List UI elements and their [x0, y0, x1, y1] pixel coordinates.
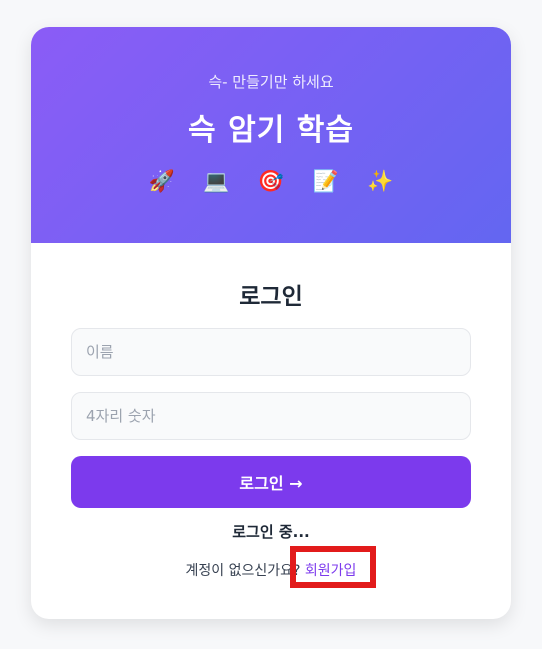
login-button[interactable]: 로그인 →: [71, 456, 471, 508]
login-status: 로그인 중...: [232, 523, 310, 541]
login-heading: 로그인: [239, 284, 303, 310]
signup-row: 계정이 없으신가요? 회원가입: [31, 560, 511, 580]
hero-banner: 슥- 만들기만 하세요 슥 암기 학습 🚀 💻 🎯 📝 ✨: [31, 27, 511, 243]
notepad-icon: 📝: [312, 169, 339, 193]
target-icon: 🎯: [257, 169, 285, 193]
pin-input[interactable]: [71, 392, 471, 440]
rocket-icon: 🚀: [148, 169, 175, 193]
signup-prompt: 계정이 없으신가요?: [185, 563, 305, 579]
hero-icons: 🚀 💻 🎯 📝 ✨: [31, 167, 511, 195]
app-title: 슥 암기 학습: [188, 113, 354, 148]
hero-subtitle: 슥- 만들기만 하세요: [208, 73, 334, 91]
name-input[interactable]: [71, 328, 471, 376]
login-card: 슥- 만들기만 하세요 슥 암기 학습 🚀 💻 🎯 📝 ✨ 로그인 로그인 → …: [31, 27, 511, 619]
signup-link[interactable]: 회원가입: [305, 561, 357, 581]
sparkles-icon: ✨: [367, 169, 394, 193]
laptop-icon: 💻: [203, 169, 230, 193]
